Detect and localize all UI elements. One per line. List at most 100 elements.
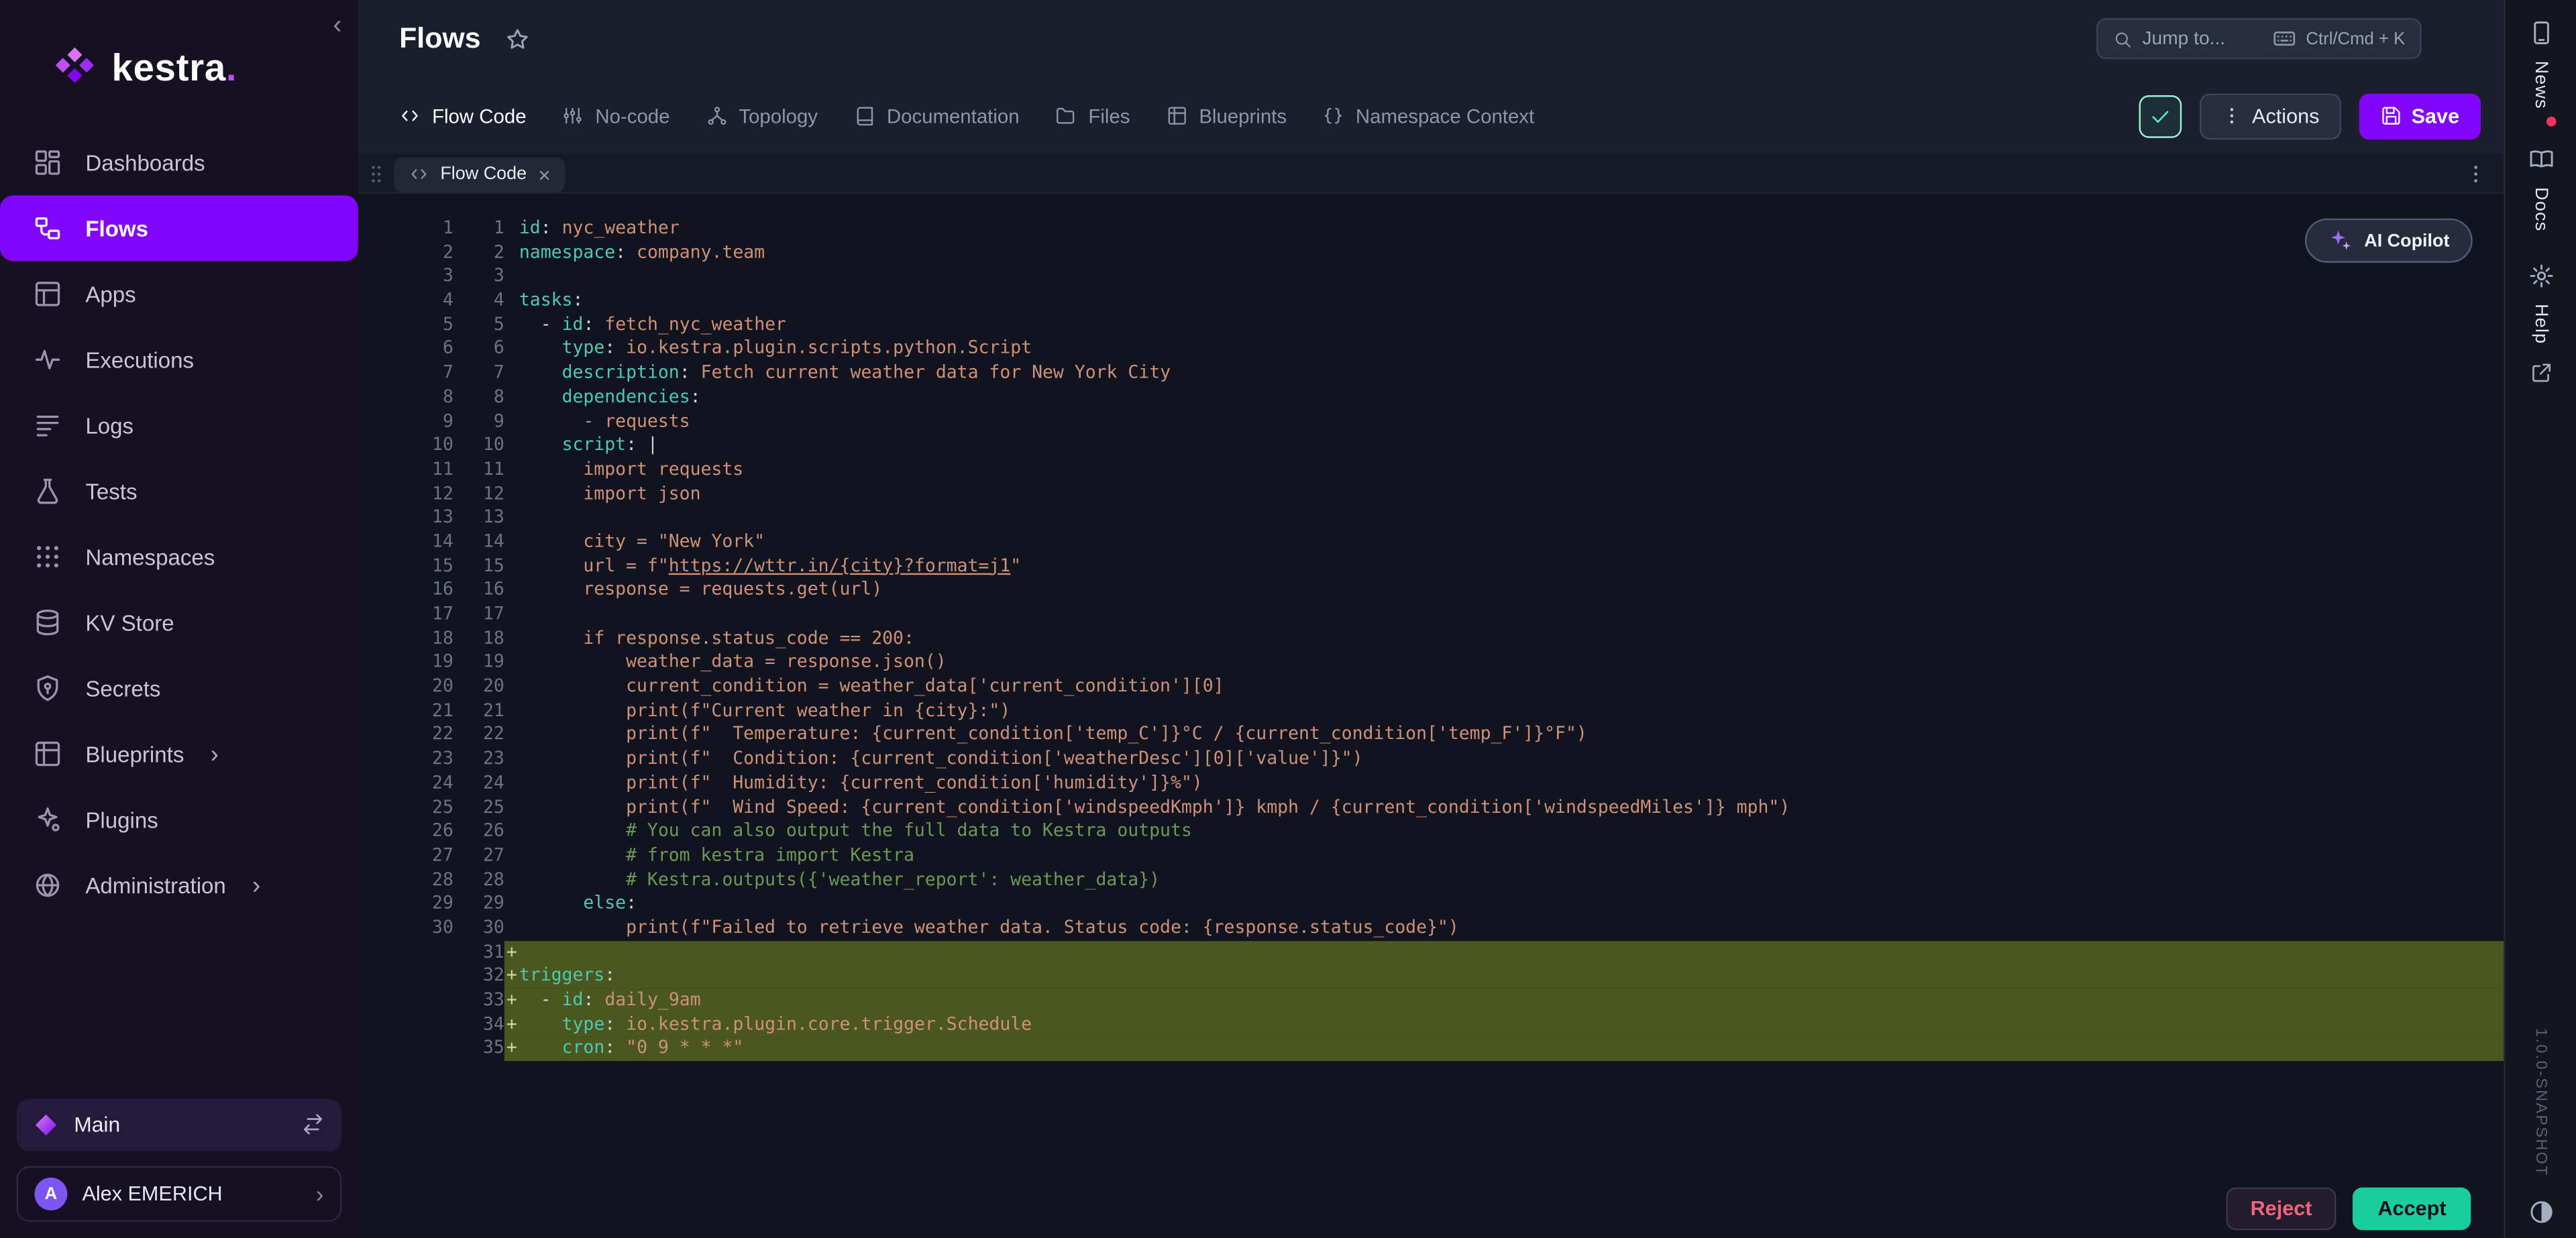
switch-tenant-icon[interactable]	[301, 1113, 325, 1137]
sidebar-item-namespaces[interactable]: Namespaces	[0, 524, 358, 589]
tab-flow-code[interactable]: Flow Code	[399, 105, 526, 127]
sidebar-item-blueprints[interactable]: Blueprints›	[0, 721, 358, 787]
code-line-30[interactable]: 3030 print(f"Failed to retrieve weather …	[358, 916, 2504, 940]
save-icon	[2380, 105, 2402, 127]
user-menu[interactable]: A Alex EMERICH ›	[16, 1166, 341, 1221]
favorite-star-icon[interactable]	[504, 25, 530, 52]
sidebar-item-plugins[interactable]: Plugins	[0, 787, 358, 852]
docs-icon[interactable]	[2528, 146, 2554, 172]
code-line-19[interactable]: 1919 weather_data = response.json()	[358, 651, 2504, 675]
tabstrip-kebab-icon[interactable]	[2464, 162, 2487, 185]
code-editor[interactable]: 11id: nyc_weather22namespace: company.te…	[358, 194, 2504, 1238]
drag-handle-icon[interactable]	[365, 162, 388, 185]
tab-topology[interactable]: Topology	[706, 105, 818, 127]
code-line-28[interactable]: 2828 # Kestra.outputs({'weather_report':…	[358, 868, 2504, 892]
tenant-label: Main	[74, 1113, 286, 1137]
tab-namespace-context[interactable]: Namespace Context	[1323, 105, 1534, 127]
line-number-original: 25	[358, 796, 453, 820]
code-text: # Kestra.outputs({'weather_report': weat…	[519, 868, 1160, 892]
code-line-10[interactable]: 1010 script: |	[358, 434, 2504, 458]
collapse-sidebar-icon[interactable]: ‹	[333, 13, 341, 40]
code-text: import requests	[519, 458, 743, 482]
code-line-13[interactable]: 1313	[358, 506, 2504, 530]
code-line-14[interactable]: 1414 city = "New York"	[358, 530, 2504, 555]
diff-add-sign	[504, 530, 519, 555]
sidebar-item-dashboards[interactable]: Dashboards	[0, 129, 358, 195]
diff-actions: Reject Accept	[2226, 1187, 2471, 1230]
chevron-right-icon: ›	[211, 742, 219, 767]
code-line-34[interactable]: 34+ type: io.kestra.plugin.core.trigger.…	[358, 1013, 2504, 1037]
diff-add-sign	[504, 724, 519, 748]
code-line-35[interactable]: 35+ cron: "0 9 * * *"	[358, 1037, 2504, 1061]
docs-label[interactable]: Docs	[2531, 186, 2551, 231]
editor-tab-flow-code[interactable]: Flow Code ×	[394, 157, 566, 191]
sidebar-item-apps[interactable]: Apps	[0, 261, 358, 327]
close-tab-icon[interactable]: ×	[538, 164, 551, 185]
code-line-17[interactable]: 1717	[358, 603, 2504, 627]
code-line-8[interactable]: 88 dependencies:	[358, 386, 2504, 410]
code-line-16[interactable]: 1616 response = requests.get(url)	[358, 579, 2504, 603]
ai-copilot-button[interactable]: AI Copilot	[2305, 219, 2473, 263]
code-line-21[interactable]: 2121 print(f"Current weather in {city}:"…	[358, 699, 2504, 724]
code-line-18[interactable]: 1818 if response.status_code == 200:	[358, 627, 2504, 651]
external-link-icon[interactable]	[2529, 361, 2552, 384]
diff-add-sign	[504, 458, 519, 482]
code-line-4[interactable]: 44tasks:	[358, 289, 2504, 313]
news-label[interactable]: News	[2531, 61, 2551, 109]
code-line-26[interactable]: 2626 # You can also output the full data…	[358, 820, 2504, 844]
code-line-3[interactable]: 33	[358, 265, 2504, 289]
sidebar-item-logs[interactable]: Logs	[0, 392, 358, 458]
kestra-logo[interactable]: kestra.	[0, 0, 358, 129]
code-line-27[interactable]: 2727 # from kestra import Kestra	[358, 844, 2504, 868]
line-number-original: 12	[358, 482, 453, 506]
diff-add-sign	[504, 386, 519, 410]
code-line-24[interactable]: 2424 print(f" Humidity: {current_conditi…	[358, 772, 2504, 796]
help-gear-icon[interactable]	[2528, 262, 2554, 288]
code-line-11[interactable]: 1111 import requests	[358, 458, 2504, 482]
line-number-original: 21	[358, 699, 453, 724]
reject-button[interactable]: Reject	[2226, 1187, 2337, 1230]
code-line-29[interactable]: 2929 else:	[358, 892, 2504, 916]
sidebar-item-secrets[interactable]: Secrets	[0, 655, 358, 721]
tab-blueprints[interactable]: Blueprints	[1166, 105, 1287, 127]
code-line-25[interactable]: 2525 print(f" Wind Speed: {current_condi…	[358, 796, 2504, 820]
code-line-20[interactable]: 2020 current_condition = weather_data['c…	[358, 675, 2504, 699]
code-line-32[interactable]: 32+triggers:	[358, 964, 2504, 989]
line-number-modified: 3	[453, 265, 504, 289]
tab-documentation[interactable]: Documentation	[854, 105, 1020, 127]
code-line-5[interactable]: 55 - id: fetch_nyc_weather	[358, 313, 2504, 337]
feedback-device-icon[interactable]	[2528, 19, 2554, 46]
code-line-12[interactable]: 1212 import json	[358, 482, 2504, 506]
search-icon	[2112, 29, 2132, 48]
tab-no-code[interactable]: No-code	[562, 105, 669, 127]
diff-add-sign	[504, 241, 519, 265]
line-number-modified: 16	[453, 579, 504, 603]
code-line-1[interactable]: 11id: nyc_weather	[358, 217, 2504, 241]
sidebar-item-administration[interactable]: Administration›	[0, 852, 358, 918]
sidebar-item-kv-store[interactable]: KV Store	[0, 589, 358, 655]
save-button[interactable]: Save	[2359, 93, 2481, 139]
code-line-6[interactable]: 66 type: io.kestra.plugin.scripts.python…	[358, 337, 2504, 361]
code-line-2[interactable]: 22namespace: company.team	[358, 241, 2504, 265]
jump-to-search-input[interactable]: Jump to... Ctrl/Cmd + K	[2096, 18, 2422, 59]
sidebar-item-tests[interactable]: Tests	[0, 458, 358, 524]
line-number-original: 15	[358, 555, 453, 579]
tenant-selector[interactable]: Main	[16, 1099, 341, 1151]
help-label[interactable]: Help	[2531, 303, 2551, 343]
code-line-33[interactable]: 33+ - id: daily_9am	[358, 989, 2504, 1013]
tab-files[interactable]: Files	[1055, 105, 1130, 127]
code-line-15[interactable]: 1515 url = f"https://wttr.in/{city}?form…	[358, 555, 2504, 579]
flow-valid-check-button[interactable]	[2139, 95, 2182, 137]
code-line-7[interactable]: 77 description: Fetch current weather da…	[358, 361, 2504, 386]
sidebar-item-flows[interactable]: Flows	[0, 195, 358, 261]
code-line-9[interactable]: 99 - requests	[358, 410, 2504, 434]
code-line-22[interactable]: 2222 print(f" Temperature: {current_cond…	[358, 724, 2504, 748]
code-line-23[interactable]: 2323 print(f" Condition: {current_condit…	[358, 748, 2504, 772]
kebab-menu-icon	[2221, 105, 2243, 127]
line-number-original: 28	[358, 868, 453, 892]
theme-toggle-icon[interactable]	[2528, 1198, 2554, 1225]
code-line-31[interactable]: 31+	[358, 940, 2504, 964]
accept-button[interactable]: Accept	[2353, 1187, 2471, 1230]
actions-button[interactable]: Actions	[2200, 93, 2341, 139]
sidebar-item-executions[interactable]: Executions	[0, 327, 358, 392]
